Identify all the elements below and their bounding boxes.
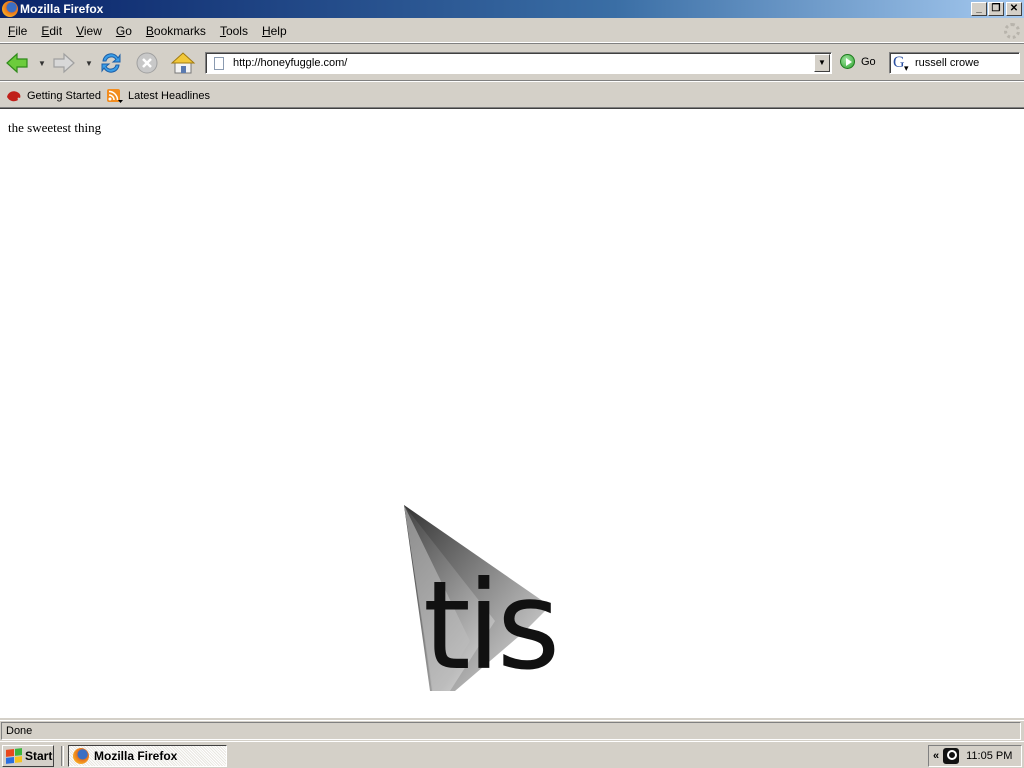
stop-button[interactable] bbox=[134, 50, 160, 76]
search-bar[interactable]: G bbox=[889, 52, 1020, 77]
go-label: Go bbox=[861, 55, 876, 68]
firefox-icon bbox=[2, 1, 18, 17]
forward-arrow-icon bbox=[53, 52, 75, 74]
tray-expand-button[interactable]: « bbox=[933, 750, 939, 762]
navigation-toolbar: ▼ ▼ ▼ Go G bbox=[0, 45, 1024, 81]
page-icon bbox=[214, 56, 224, 70]
home-button[interactable] bbox=[170, 50, 196, 76]
start-button[interactable]: Start bbox=[2, 745, 54, 767]
status-bar: Done bbox=[0, 720, 1024, 740]
status-text: Done bbox=[1, 722, 1021, 740]
back-button[interactable] bbox=[4, 50, 30, 76]
reload-icon bbox=[101, 53, 121, 73]
menu-tools[interactable]: Tools bbox=[214, 24, 254, 38]
system-tray: « 11:05 PM bbox=[928, 745, 1022, 767]
google-search-engine-icon[interactable]: G bbox=[893, 55, 911, 77]
url-input[interactable] bbox=[233, 54, 814, 72]
menu-bar: File Edit View Go Bookmarks Tools Help bbox=[0, 20, 1024, 43]
bookmark-getting-started[interactable]: Getting Started bbox=[6, 89, 101, 103]
art-text: tis bbox=[423, 555, 560, 697]
firefox-red-icon bbox=[7, 90, 21, 101]
steam-icon[interactable] bbox=[943, 748, 960, 764]
task-mozilla-firefox[interactable]: Mozilla Firefox bbox=[68, 745, 227, 767]
home-icon bbox=[170, 52, 196, 74]
windows-logo-icon bbox=[6, 748, 22, 764]
bookmark-latest-headlines[interactable]: Latest Headlines bbox=[107, 88, 210, 103]
url-history-dropdown[interactable]: ▼ bbox=[814, 54, 830, 72]
forward-button[interactable] bbox=[51, 50, 77, 76]
minimize-button[interactable]: _ bbox=[971, 2, 987, 16]
menu-edit[interactable]: Edit bbox=[35, 24, 68, 38]
taskbar-separator bbox=[61, 746, 64, 766]
search-input[interactable] bbox=[915, 57, 1015, 69]
menu-file[interactable]: File bbox=[2, 24, 33, 38]
url-bar[interactable]: ▼ bbox=[205, 52, 832, 74]
back-arrow-icon bbox=[6, 52, 28, 74]
rss-feed-icon bbox=[107, 88, 123, 103]
menu-bookmarks[interactable]: Bookmarks bbox=[140, 24, 212, 38]
firefox-icon bbox=[73, 748, 89, 764]
reload-button[interactable] bbox=[98, 50, 124, 76]
window-titlebar: Mozilla Firefox _ ❐ ✕ bbox=[0, 0, 1024, 18]
menu-view[interactable]: View bbox=[70, 24, 108, 38]
go-button[interactable]: Go bbox=[840, 54, 876, 69]
menu-go[interactable]: Go bbox=[110, 24, 138, 38]
clock: 11:05 PM bbox=[966, 750, 1013, 762]
bookmarks-toolbar: Getting Started Latest Headlines bbox=[0, 84, 1024, 108]
taskbar: Start Mozilla Firefox « 11:05 PM bbox=[0, 741, 1024, 768]
stop-icon bbox=[136, 52, 158, 74]
window-title: Mozilla Firefox bbox=[20, 2, 104, 16]
throbber-icon bbox=[1004, 23, 1020, 39]
restore-button[interactable]: ❐ bbox=[988, 2, 1004, 16]
close-button[interactable]: ✕ bbox=[1006, 2, 1022, 16]
menu-help[interactable]: Help bbox=[256, 24, 293, 38]
window-controls: _ ❐ ✕ bbox=[970, 2, 1022, 16]
forward-history-dropdown[interactable]: ▼ bbox=[85, 59, 93, 68]
page-text: the sweetest thing bbox=[8, 120, 102, 135]
back-history-dropdown[interactable]: ▼ bbox=[38, 59, 46, 68]
page-content: the sweetest thing tis bbox=[0, 108, 1024, 718]
go-icon bbox=[840, 54, 855, 69]
